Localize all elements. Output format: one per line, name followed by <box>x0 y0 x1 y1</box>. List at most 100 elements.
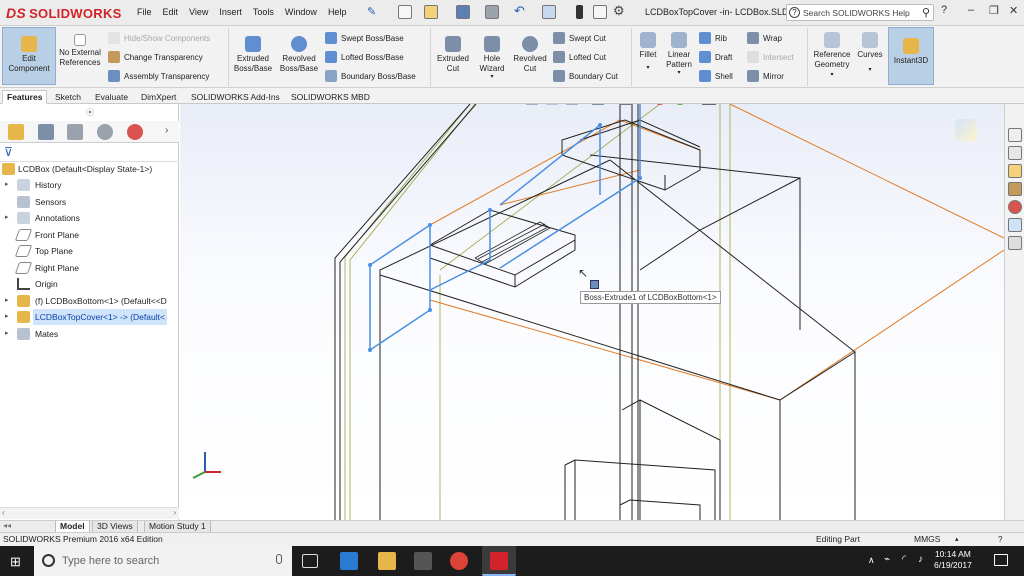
menu-edit[interactable]: Edit <box>163 7 179 17</box>
appearances-icon[interactable] <box>1008 200 1022 214</box>
hole-wizard-dropdown-icon[interactable]: ▾ <box>474 73 510 83</box>
expand-arrow-icon[interactable]: ▸ <box>5 309 9 325</box>
section-view-icon[interactable] <box>526 104 538 105</box>
assembly-transparency-button[interactable]: Assembly Transparency <box>108 70 209 82</box>
tree-item-top-plane[interactable]: Top Plane <box>0 243 179 259</box>
solidworks-resources-icon[interactable] <box>1008 128 1022 142</box>
horizontal-scrollbar[interactable]: ‹ › <box>0 507 179 519</box>
show-hidden-icons-icon[interactable]: ∧ <box>868 555 875 566</box>
tree-item-history[interactable]: ▸ History <box>0 177 179 193</box>
solidworks-logo[interactable]: DS SOLIDWORKS <box>6 5 122 21</box>
viewport-close-icon[interactable]: ✕ <box>995 104 1004 106</box>
store-icon[interactable] <box>414 552 432 570</box>
tree-item-lcdboxtopcover[interactable]: ▸ LCDBoxTopCover<1> -> (Default< <box>0 309 179 325</box>
menu-window[interactable]: Window <box>285 7 317 17</box>
tree-root-lcdbox[interactable]: LCDBox (Default<Display State-1>) <box>0 161 179 177</box>
confirmation-corner-icon[interactable] <box>955 119 977 141</box>
file-properties-icon[interactable] <box>593 5 607 19</box>
dynamic-annotation-icon[interactable] <box>546 104 558 105</box>
revolved-cut-button[interactable]: Revolved Cut <box>510 36 550 73</box>
mirror-button[interactable]: Mirror <box>747 70 784 82</box>
task-view-icon[interactable] <box>302 554 318 568</box>
wrap-button[interactable]: Wrap <box>747 32 782 44</box>
expand-arrow-icon[interactable]: ▸ <box>5 326 9 342</box>
hide-show-components-button[interactable]: Hide/Show Components <box>108 32 210 44</box>
design-library-icon[interactable] <box>1008 146 1022 160</box>
save-icon[interactable] <box>456 5 470 19</box>
undo-icon[interactable]: ↶ <box>514 3 525 19</box>
fillet-dropdown-icon[interactable]: ▾ <box>634 64 662 74</box>
scroll-right-icon[interactable]: › <box>173 508 176 517</box>
reference-geometry-dropdown-icon[interactable]: ▾ <box>810 71 854 81</box>
tab-evaluate[interactable]: Evaluate <box>90 90 133 104</box>
tab-sketch[interactable]: Sketch <box>50 90 86 104</box>
display-manager-tab-icon[interactable] <box>127 124 143 140</box>
menu-insert[interactable]: Insert <box>219 7 242 17</box>
expand-arrow-icon[interactable]: ▸ <box>5 210 9 226</box>
tab-dimxpert[interactable]: DimXpert <box>136 90 181 104</box>
menu-view[interactable]: View <box>189 7 208 17</box>
file-explorer-icon[interactable] <box>1008 164 1022 178</box>
property-manager-tab-icon[interactable] <box>38 124 54 140</box>
scroll-left-icon[interactable]: ‹ <box>2 508 5 517</box>
search-icon[interactable]: ⚲ <box>922 6 930 19</box>
reference-geometry-button[interactable]: Reference Geometry ▾ <box>810 32 854 81</box>
tree-item-sensors[interactable]: Sensors <box>0 194 179 210</box>
tree-item-right-plane[interactable]: Right Plane <box>0 260 179 276</box>
pin-icon[interactable]: ✎ <box>367 5 376 18</box>
microphone-icon[interactable] <box>276 554 282 564</box>
lofted-cut-button[interactable]: Lofted Cut <box>553 51 606 63</box>
help-menu-icon[interactable]: ? <box>941 4 947 16</box>
intersect-button[interactable]: Intersect <box>747 51 794 63</box>
dimxpert-manager-tab-icon[interactable] <box>97 124 113 140</box>
swept-boss-base-button[interactable]: Swept Boss/Base <box>325 32 404 44</box>
network-icon[interactable]: ⌁ <box>884 554 890 565</box>
taskbar-clock[interactable]: 10:14 AM 6/19/2017 <box>934 549 972 571</box>
swept-cut-button[interactable]: Swept Cut <box>553 32 606 44</box>
tab-scroll-left-icon[interactable]: ◂◂ <box>3 521 11 530</box>
tab-solidworks-add-ins[interactable]: SOLIDWORKS Add-Ins <box>186 90 285 104</box>
solidworks-taskbar-button[interactable] <box>482 546 516 576</box>
extruded-boss-base-button[interactable]: Extruded Boss/Base <box>232 36 274 73</box>
zoom-to-area-icon[interactable]: ⚲ <box>485 104 493 105</box>
curves-button[interactable]: Curves ▾ <box>855 32 885 75</box>
panel-splitter-handle[interactable]: ⦿ <box>86 107 94 118</box>
rib-button[interactable]: Rib <box>699 32 727 44</box>
new-document-icon[interactable] <box>398 5 412 19</box>
unit-system-selector[interactable]: MMGS <box>914 533 940 546</box>
tree-item-lcdboxbottom[interactable]: ▸ (f) LCDBoxBottom<1> (Default<<D <box>0 293 179 309</box>
filter-icon[interactable]: ⊽ <box>4 145 13 159</box>
hide-show-items-icon[interactable] <box>620 104 632 105</box>
tab-solidworks-mbd[interactable]: SOLIDWORKS MBD <box>286 90 375 104</box>
select-cursor-icon[interactable] <box>542 5 556 19</box>
menu-tools[interactable]: Tools <box>253 7 274 17</box>
linear-pattern-dropdown-icon[interactable]: ▾ <box>663 69 695 79</box>
taskbar-search-box[interactable]: Type here to search <box>34 546 292 576</box>
curves-dropdown-icon[interactable]: ▾ <box>855 66 885 76</box>
file-explorer-taskbar-icon[interactable] <box>378 552 396 570</box>
viewport-minimize-icon[interactable]: – <box>956 104 962 105</box>
print-icon[interactable] <box>485 5 499 19</box>
tree-item-origin[interactable]: Origin <box>0 276 179 292</box>
forum-icon[interactable] <box>1008 236 1022 250</box>
menu-file[interactable]: File <box>137 7 152 17</box>
expand-arrow-icon[interactable]: ▸ <box>5 293 9 309</box>
fillet-button[interactable]: Fillet ▾ <box>634 32 662 73</box>
revolved-boss-base-button[interactable]: Revolved Boss/Base <box>278 36 320 73</box>
tree-item-annotations[interactable]: ▸ Annotations <box>0 210 179 226</box>
hole-wizard-button[interactable]: Hole Wizard ▾ <box>474 36 510 83</box>
previous-view-icon[interactable]: ↺ <box>505 104 514 105</box>
expand-arrow-icon[interactable]: ▸ <box>5 177 9 193</box>
units-dropdown-icon[interactable]: ▴ <box>955 533 959 546</box>
cad-model-wireframe[interactable] <box>180 104 1004 520</box>
help-status-icon[interactable]: ? <box>998 533 1002 546</box>
open-folder-icon[interactable] <box>424 5 438 19</box>
menu-help[interactable]: Help <box>328 7 347 17</box>
options-gear-icon[interactable]: ⚙ <box>613 3 625 19</box>
close-window-icon[interactable]: ✕ <box>1009 4 1018 17</box>
restore-window-icon[interactable]: ❐ <box>989 4 999 17</box>
traffic-light-icon[interactable] <box>576 5 583 19</box>
edit-component-button[interactable]: Edit Component <box>2 27 56 85</box>
feature-tree-tab-icon[interactable] <box>8 124 24 140</box>
windows-start-icon[interactable]: ⊞ <box>10 554 21 570</box>
